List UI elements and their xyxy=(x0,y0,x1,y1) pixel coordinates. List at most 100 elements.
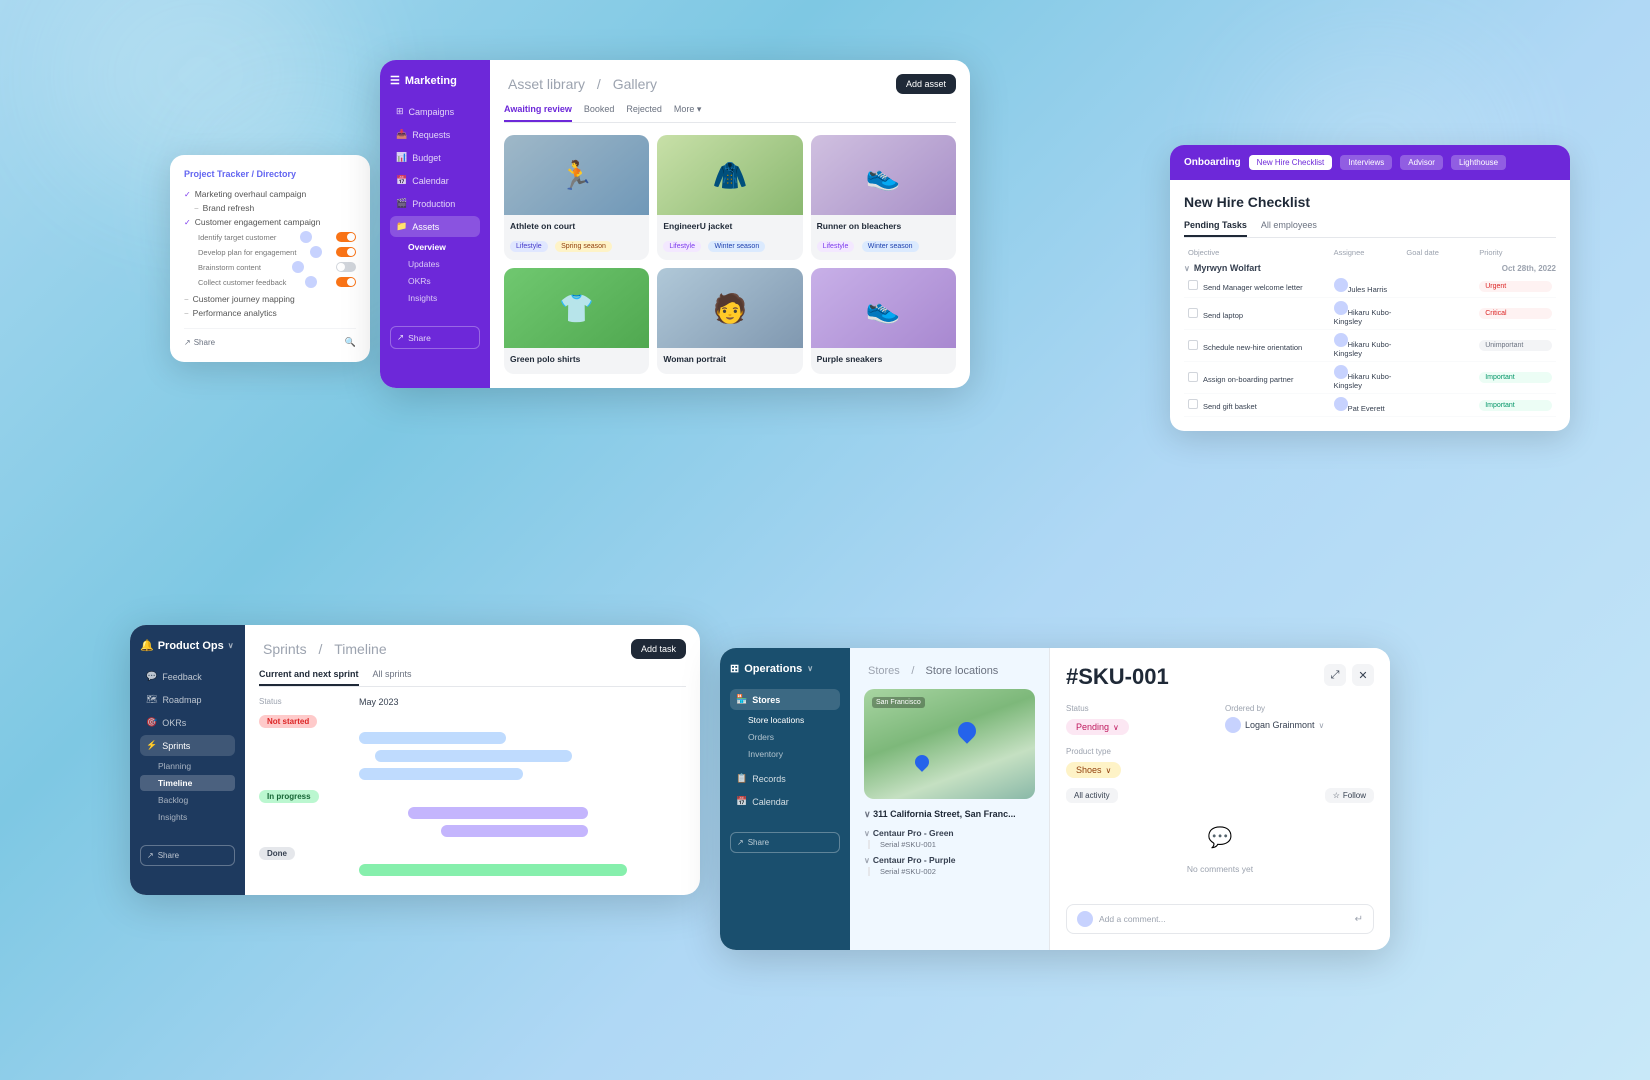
sidebar-sub-insights[interactable]: Insights xyxy=(390,290,480,306)
pt-toggle-0[interactable] xyxy=(336,232,356,242)
status-badge: Done xyxy=(259,847,295,860)
ops-sub-inventory[interactable]: Inventory xyxy=(730,746,840,762)
ops-status-row: Status Pending Ordered by Logan Grainmon… xyxy=(1066,704,1374,735)
marketing-sidebar-title: ☰ Marketing xyxy=(390,74,480,87)
pt-avatar-2 xyxy=(292,261,304,273)
pt-share-button[interactable]: ↗ Share xyxy=(184,337,215,348)
tab-awaiting-review[interactable]: Awaiting review xyxy=(504,104,572,122)
pt-toggle-2[interactable] xyxy=(336,262,356,272)
share-icon: ↗ xyxy=(737,838,744,847)
ops-nav-records[interactable]: 📋 Records xyxy=(730,768,840,789)
pt-toggle-1[interactable] xyxy=(336,247,356,257)
close-button[interactable]: ✕ xyxy=(1352,664,1374,686)
list-item[interactable]: 👟 Runner on bleachers Lifestyle Winter s… xyxy=(811,135,956,260)
gantt-header: Status May 2023 xyxy=(259,697,686,707)
map-icon: 🗺 xyxy=(146,694,157,705)
po-share-button[interactable]: ↗ Share xyxy=(140,845,235,866)
po-nav-sprints[interactable]: ⚡ Sprints xyxy=(140,735,235,756)
sidebar-item-requests[interactable]: 📥 Requests xyxy=(390,124,480,145)
sidebar-item-campaigns[interactable]: ⊞ Campaigns xyxy=(390,101,480,122)
tab-more[interactable]: More ▾ xyxy=(674,104,702,122)
ops-detail-panel: #SKU-001 ⤢ ✕ Status Pending Ordered by L… xyxy=(1050,648,1390,950)
sidebar-item-budget[interactable]: 📊 Budget xyxy=(390,147,480,168)
ob-tab-advisor[interactable]: Advisor xyxy=(1400,155,1443,170)
add-task-button[interactable]: Add task xyxy=(631,639,686,659)
ob-tab-lighthouse[interactable]: Lighthouse xyxy=(1451,155,1506,170)
status-badge: Not started xyxy=(259,715,317,728)
po-sub-timeline[interactable]: Timeline xyxy=(140,775,235,791)
po-sub-planning[interactable]: Planning xyxy=(140,758,235,774)
chart-icon: 📊 xyxy=(396,152,407,163)
sprint-tab-current[interactable]: Current and next sprint xyxy=(259,669,359,686)
po-sub-insights[interactable]: Insights xyxy=(140,809,235,825)
pt-section-journey: − Customer journey mapping xyxy=(184,294,356,304)
add-asset-button[interactable]: Add asset xyxy=(896,74,956,94)
pt-bottom-bar: ↗ Share 🔍 xyxy=(184,328,356,348)
status-badge: In progress xyxy=(259,790,319,803)
sidebar-sub-okrs[interactable]: OKRs xyxy=(390,273,480,289)
sidebar-item-calendar[interactable]: 📅 Calendar xyxy=(390,170,480,191)
ob-subtab-pending[interactable]: Pending Tasks xyxy=(1184,220,1247,237)
tab-rejected[interactable]: Rejected xyxy=(626,104,662,122)
po-sub-backlog[interactable]: Backlog xyxy=(140,792,235,808)
po-page-title: Sprints / Timeline xyxy=(259,641,391,657)
comment-input[interactable]: Add a comment... xyxy=(1099,914,1349,924)
tab-booked[interactable]: Booked xyxy=(584,104,615,122)
mm-header: Asset library / Gallery Add asset xyxy=(504,74,956,94)
activity-dropdown[interactable]: All activity xyxy=(1066,788,1118,803)
sidebar-item-production[interactable]: 🎬 Production xyxy=(390,193,480,214)
po-nav-okrs[interactable]: 🎯 OKRs xyxy=(140,712,235,733)
ob-tab-interviews[interactable]: Interviews xyxy=(1340,155,1392,170)
gantt-row xyxy=(259,824,686,838)
onboarding-card: Onboarding New Hire Checklist Interviews… xyxy=(1170,145,1570,431)
list-item[interactable]: 🧑 Woman portrait xyxy=(657,268,802,374)
ops-sub-orders[interactable]: Orders xyxy=(730,729,840,745)
ops-sidebar: ⊞ Operations ∨ 🏪 Stores Store locations … xyxy=(720,648,850,950)
list-item[interactable]: 🏃 Athlete on court Lifestyle Spring seas… xyxy=(504,135,649,260)
ops-sub-store-locations[interactable]: Store locations xyxy=(730,712,840,728)
share-icon: ↗ xyxy=(147,851,154,860)
pt-section-marketing: ✓ Marketing overhaul campaign xyxy=(184,189,356,199)
follow-button[interactable]: ☆ Follow xyxy=(1325,788,1374,803)
po-main: Sprints / Timeline Add task Current and … xyxy=(245,625,700,895)
records-icon: 📋 xyxy=(736,773,747,784)
gantt-row xyxy=(259,749,686,763)
ops-share-button[interactable]: ↗ Share xyxy=(730,832,840,853)
marketing-share-button[interactable]: ↗ Share xyxy=(390,326,480,349)
gantt-section-done: Done xyxy=(259,847,686,881)
gantt-bar xyxy=(441,825,588,837)
status-badge[interactable]: Pending xyxy=(1066,719,1129,735)
marketing-card: ☰ Marketing ⊞ Campaigns 📥 Requests 📊 Bud… xyxy=(380,60,970,388)
sprint-tab-all[interactable]: All sprints xyxy=(373,669,412,686)
onboarding-header: Onboarding New Hire Checklist Interviews… xyxy=(1170,145,1570,180)
po-nav-feedback[interactable]: 💬 Feedback xyxy=(140,666,235,687)
ops-nav-calendar[interactable]: 📅 Calendar xyxy=(730,791,840,812)
po-header: Sprints / Timeline Add task xyxy=(259,639,686,659)
gantt-row xyxy=(259,806,686,820)
ops-product-type: Product type Shoes xyxy=(1066,747,1374,778)
list-item[interactable]: 🧥 EngineerU jacket Lifestyle Winter seas… xyxy=(657,135,802,260)
gantt-bar xyxy=(408,807,588,819)
ob-subtab-all[interactable]: All employees xyxy=(1261,220,1317,237)
ops-nav-stores[interactable]: 🏪 Stores xyxy=(730,689,840,710)
pt-avatar-0 xyxy=(300,231,312,243)
sidebar-item-assets[interactable]: 📁 Assets xyxy=(390,216,480,237)
gantt-row xyxy=(259,731,686,745)
marketing-page-title: Asset library / Gallery xyxy=(504,76,661,92)
product-type-badge[interactable]: Shoes xyxy=(1066,762,1121,778)
sidebar-sub-overview[interactable]: Overview xyxy=(390,239,480,255)
list-item[interactable]: 👟 Purple sneakers xyxy=(811,268,956,374)
pt-toggle-3[interactable] xyxy=(336,277,356,287)
operations-card: ⊞ Operations ∨ 🏪 Stores Store locations … xyxy=(720,648,1390,950)
ob-tab-new-hire[interactable]: New Hire Checklist xyxy=(1249,155,1333,170)
ops-store-header: Stores / Store locations xyxy=(864,662,1035,677)
grid-icon: ⊞ xyxy=(730,662,739,675)
sidebar-sub-updates[interactable]: Updates xyxy=(390,256,480,272)
project-tracker-title: Project Tracker / Directory xyxy=(184,169,356,179)
share-icon: ↗ xyxy=(397,332,404,343)
ops-store-centaur-green: Centaur Pro - Green Serial #SKU-001 xyxy=(864,828,1035,849)
avatar xyxy=(1077,911,1093,927)
maximize-button[interactable]: ⤢ xyxy=(1324,664,1346,686)
po-nav-roadmap[interactable]: 🗺 Roadmap xyxy=(140,689,235,710)
list-item[interactable]: 👕 Green polo shirts xyxy=(504,268,649,374)
